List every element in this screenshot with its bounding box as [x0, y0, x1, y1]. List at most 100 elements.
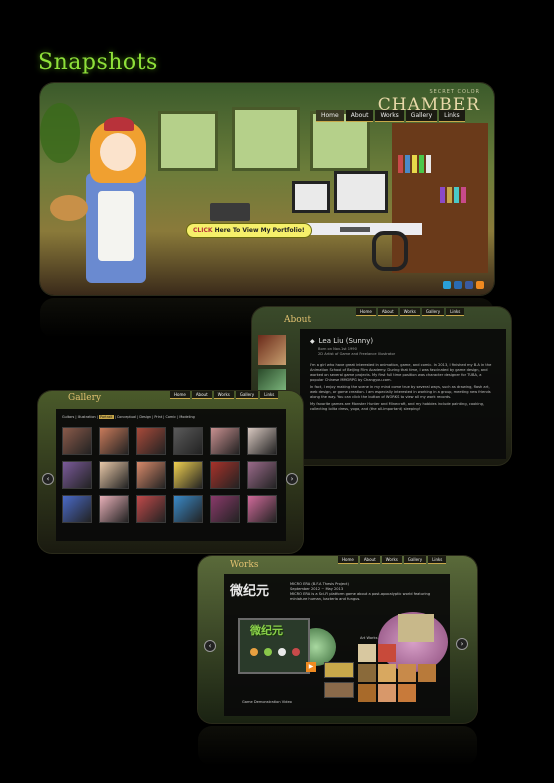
game-title: 微纪元: [250, 624, 283, 637]
nav-home[interactable]: Home: [338, 556, 358, 564]
monitor: [292, 181, 330, 213]
concept-art[interactable]: [358, 644, 376, 662]
gallery-thumb[interactable]: [173, 427, 203, 455]
facebook-icon[interactable]: [465, 281, 473, 289]
book: [405, 155, 410, 173]
book: [440, 187, 445, 203]
next-arrow-icon[interactable]: ›: [456, 638, 468, 650]
profile-role: 2D Artist of Game and Freelance Illustra…: [318, 352, 396, 356]
book: [461, 187, 466, 203]
filter[interactable]: Design: [139, 415, 151, 419]
about-panel: ◆ Lea Liu (Sunny) Born on Nov.1st 1990 2…: [300, 329, 506, 459]
book: [419, 155, 424, 173]
video-thumb[interactable]: [324, 682, 354, 698]
filter[interactable]: Conceptual: [117, 415, 136, 419]
sprite: [264, 648, 272, 656]
site-logo[interactable]: SECRET COLOR CHAMBER: [378, 89, 480, 115]
paint-palette: [50, 195, 88, 221]
character-beret: [104, 117, 134, 131]
plant: [40, 103, 80, 163]
portfolio-bubble[interactable]: CLICK Here To View My Portfolio!: [186, 223, 312, 238]
nav-works[interactable]: Works: [213, 391, 234, 399]
gallery-thumb[interactable]: [210, 495, 240, 523]
prev-arrow-icon[interactable]: ‹: [42, 473, 54, 485]
gallery-thumb[interactable]: [99, 427, 129, 455]
next-arrow-icon[interactable]: ›: [286, 473, 298, 485]
diamond-icon: ◆: [310, 337, 315, 345]
concept-art[interactable]: [378, 664, 396, 682]
reflection: [198, 726, 477, 766]
nav-links[interactable]: Links: [428, 556, 447, 564]
concept-art[interactable]: [378, 644, 396, 662]
nav-about[interactable]: About: [345, 110, 374, 122]
concept-art[interactable]: [398, 664, 416, 682]
prev-arrow-icon[interactable]: ‹: [204, 640, 216, 652]
gallery-thumb[interactable]: [247, 495, 277, 523]
concept-art[interactable]: [398, 614, 434, 642]
filter[interactable]: Print: [154, 415, 162, 419]
screenshot-gallery: Gallery Home About Works Gallery Links G…: [38, 391, 303, 553]
gallery-thumb[interactable]: [210, 461, 240, 489]
chair: [372, 231, 408, 271]
bubble-click-label: CLICK: [193, 227, 213, 234]
video-thumb[interactable]: [324, 662, 354, 678]
gallery-thumb[interactable]: [99, 495, 129, 523]
nav-works[interactable]: Works: [399, 308, 420, 316]
nav-links[interactable]: Links: [260, 391, 279, 399]
page-title: Snapshots: [38, 50, 158, 75]
gallery-thumb[interactable]: [247, 427, 277, 455]
monitor: [334, 171, 388, 213]
gallery-filters: Guitars | Illustration | Portrait | Conc…: [62, 415, 195, 419]
linkedin-icon[interactable]: [454, 281, 462, 289]
gallery-thumb[interactable]: [136, 495, 166, 523]
demo-caption: Game Demonstration Video: [242, 700, 292, 704]
nav-about[interactable]: About: [359, 556, 380, 564]
gallery-thumb[interactable]: [173, 461, 203, 489]
gallery-thumb[interactable]: [136, 427, 166, 455]
book: [426, 155, 431, 173]
drawing-tablet: [210, 203, 250, 221]
window: [232, 107, 300, 171]
gallery-grid: [62, 427, 277, 523]
nav-gallery[interactable]: Gallery: [235, 391, 259, 399]
social-links: [443, 281, 484, 289]
filter[interactable]: Guitars: [62, 415, 74, 419]
concept-art[interactable]: [358, 684, 376, 702]
gallery-thumb[interactable]: [136, 461, 166, 489]
nav-about[interactable]: About: [191, 391, 212, 399]
nav-home[interactable]: Home: [170, 391, 190, 399]
filter-active[interactable]: Portrait: [99, 415, 114, 419]
filter[interactable]: Modeling: [179, 415, 194, 419]
screenshot-works: Works Home About Works Gallery Links 微纪元…: [198, 556, 477, 723]
gallery-thumb[interactable]: [247, 461, 277, 489]
nav-home[interactable]: Home: [356, 308, 376, 316]
nav-gallery[interactable]: Gallery: [403, 556, 427, 564]
project-logo: 微纪元: [230, 584, 270, 599]
gallery-thumb[interactable]: [62, 495, 92, 523]
nav-links[interactable]: Links: [446, 308, 465, 316]
nav-about[interactable]: About: [377, 308, 398, 316]
bio-paragraph: I'm a girl who have great interested in …: [310, 363, 492, 382]
book: [447, 187, 452, 203]
nav-works[interactable]: Works: [381, 556, 402, 564]
filter[interactable]: Illustration: [78, 415, 96, 419]
sprite: [278, 648, 286, 656]
gallery-thumb[interactable]: [210, 427, 240, 455]
nav-home[interactable]: Home: [316, 110, 344, 122]
nav-gallery[interactable]: Gallery: [421, 308, 445, 316]
keyboard: [340, 227, 370, 232]
twitter-icon[interactable]: [443, 281, 451, 289]
concept-art[interactable]: [398, 684, 416, 702]
play-icon[interactable]: ▶: [306, 662, 316, 672]
gallery-thumb[interactable]: [99, 461, 129, 489]
photo: [258, 335, 286, 365]
filter[interactable]: Comic: [165, 415, 176, 419]
gallery-thumb[interactable]: [62, 427, 92, 455]
gallery-thumb[interactable]: [173, 495, 203, 523]
gallery-nav: Home About Works Gallery Links: [170, 391, 279, 399]
concept-art[interactable]: [378, 684, 396, 702]
concept-art[interactable]: [418, 664, 436, 682]
gallery-thumb[interactable]: [62, 461, 92, 489]
rss-icon[interactable]: [476, 281, 484, 289]
concept-art[interactable]: [358, 664, 376, 682]
